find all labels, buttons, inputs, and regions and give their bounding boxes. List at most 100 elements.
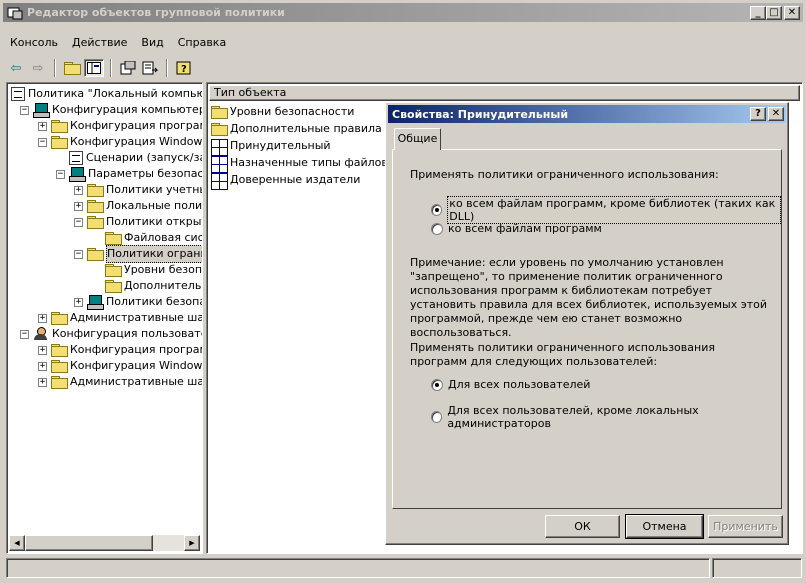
tree-item[interactable]: − Конфигурация компьютера	[20, 102, 202, 118]
up-folder-icon[interactable]	[62, 59, 82, 77]
tree-item-label: Конфигурация Windows	[70, 359, 203, 372]
tree-item-label: Сценарии (запуск/зав	[86, 151, 203, 164]
close-button[interactable]: ✕	[784, 5, 800, 20]
list-item[interactable]: Принудительный	[211, 138, 331, 154]
window-titlebar: Редактор объектов групповой политики _ □…	[3, 3, 803, 22]
security-icon	[87, 295, 104, 310]
radio-all-except-admins[interactable]: Для всех пользователей, кроме локальных …	[431, 404, 781, 430]
expand-icon[interactable]: +	[38, 313, 47, 323]
tree-hscrollbar[interactable]: ◀ ▶	[9, 535, 200, 551]
help-icon[interactable]: ?	[174, 59, 194, 77]
tree-item[interactable]: Политика "Локальный компьюте	[11, 86, 202, 102]
tab-panel: Применять политики ограниченного использ…	[392, 149, 782, 509]
radio-all-except-libraries[interactable]: ко всем файлам программ, кроме библиотек…	[431, 196, 781, 224]
tree-item-label: Конфигурация программ	[70, 119, 203, 132]
cancel-button[interactable]: Отмена	[625, 514, 704, 539]
menu-action[interactable]: Действие	[72, 36, 127, 52]
list-item-label: Дополнительные правила	[230, 122, 382, 135]
scroll-right-icon[interactable]: ▶	[184, 535, 200, 551]
folder-icon	[211, 106, 228, 119]
tree-item[interactable]: − Параметры безопасно	[56, 166, 202, 182]
tree-item[interactable]: − Конфигурация пользователя	[20, 326, 202, 342]
folder-icon	[87, 184, 104, 197]
tree-item[interactable]: + Конфигурация программ	[38, 118, 203, 134]
tree-item[interactable]: Дополнительн	[92, 278, 202, 294]
tree-item-label: Политики огранич	[106, 245, 202, 263]
properties-icon[interactable]	[118, 59, 138, 77]
script-icon	[69, 151, 83, 165]
back-arrow-icon[interactable]: ⇦	[6, 59, 26, 77]
apply-button[interactable]: Применить	[708, 515, 783, 538]
tree-item[interactable]: Сценарии (запуск/зав	[56, 150, 203, 166]
list-item[interactable]: Доверенные издатели	[211, 172, 360, 188]
tree-item[interactable]: Уровни безопа	[92, 262, 202, 278]
column-header[interactable]: Тип объекта	[209, 85, 800, 101]
menu-view[interactable]: Вид	[141, 36, 163, 52]
show-tree-icon[interactable]	[84, 59, 104, 77]
tree-item[interactable]: − Политики огранич	[74, 245, 202, 263]
radio-button-checked[interactable]	[431, 378, 443, 391]
folder-icon	[211, 123, 228, 136]
expand-icon[interactable]: +	[38, 345, 47, 355]
dialog-close-button[interactable]: ✕	[768, 107, 784, 121]
svg-text:?: ?	[181, 64, 187, 75]
tree-item[interactable]: + Конфигурация программ	[38, 342, 203, 358]
collapse-icon[interactable]: −	[56, 169, 65, 179]
list-item-label: Принудительный	[230, 139, 331, 152]
menu-help[interactable]: Справка	[178, 36, 226, 52]
radio-button[interactable]	[431, 411, 443, 423]
expand-icon[interactable]: +	[38, 121, 47, 131]
collapse-icon[interactable]: −	[38, 137, 47, 147]
export-list-icon[interactable]	[140, 59, 160, 77]
tree-item-label: Политики учетны	[106, 183, 203, 196]
folder-open-icon	[87, 248, 104, 261]
expand-icon[interactable]: +	[74, 297, 83, 307]
collapse-icon[interactable]: −	[20, 105, 29, 115]
tree-item-label: Политики открыт	[106, 215, 203, 228]
tree-item[interactable]: + Конфигурация Windows	[38, 358, 203, 374]
folder-icon	[87, 216, 104, 229]
app-icon	[7, 6, 23, 20]
forward-arrow-icon[interactable]: ⇨	[28, 59, 48, 77]
tree-item[interactable]: Файловая сист	[92, 230, 202, 246]
tree-item[interactable]: + Административные шабл	[38, 374, 202, 390]
minimize-button[interactable]: _	[750, 5, 766, 20]
cancel-button-label: Отмена	[642, 520, 687, 533]
radio-button[interactable]	[431, 222, 443, 235]
list-item[interactable]: Назначенные типы файлов	[211, 155, 388, 171]
tab-general[interactable]: Общие	[394, 128, 441, 150]
tree-item[interactable]: − Конфигурация Windows	[38, 134, 202, 150]
folder-icon	[105, 280, 122, 293]
group1-label: Применять политики ограниченного использ…	[410, 168, 719, 181]
dialog-help-button[interactable]: ?	[750, 107, 766, 121]
radio-button-checked[interactable]	[431, 204, 443, 216]
tree-item[interactable]: + Локальные полит	[74, 198, 202, 214]
menu-console[interactable]: Консоль	[10, 36, 58, 52]
expand-icon[interactable]: +	[74, 185, 83, 195]
collapse-icon[interactable]: −	[20, 329, 29, 339]
scroll-thumb[interactable]	[25, 535, 153, 551]
expand-icon[interactable]: +	[38, 377, 47, 387]
tree-item-label: Конфигурация программ	[70, 343, 203, 356]
folder-icon	[51, 344, 68, 357]
collapse-icon[interactable]: −	[74, 217, 83, 227]
list-item[interactable]: Дополнительные правила	[211, 121, 382, 137]
collapse-icon[interactable]: −	[74, 249, 83, 259]
scroll-left-icon[interactable]: ◀	[9, 535, 25, 551]
tree-item-label: Конфигурация пользователя	[52, 327, 202, 340]
list-item[interactable]: Уровни безопасности	[211, 104, 354, 120]
folder-icon	[51, 360, 68, 373]
radio-all-files[interactable]: ко всем файлам программ	[431, 222, 602, 235]
ok-button[interactable]: ОК	[545, 515, 620, 538]
maximize-button[interactable]: □	[766, 5, 782, 20]
tree-item[interactable]: + Политики учетны	[74, 182, 203, 198]
expand-icon[interactable]: +	[38, 361, 47, 371]
computer-icon	[33, 103, 50, 118]
tree-item[interactable]: + Административные шабл	[38, 310, 202, 326]
radio-all-users[interactable]: Для всех пользователей	[431, 378, 590, 391]
tree-pane[interactable]: Политика "Локальный компьюте − Конфигураци…	[6, 82, 203, 554]
radio1-label: ко всем файлам программ, кроме библиотек…	[447, 196, 781, 224]
tree-item[interactable]: − Политики открыт	[74, 214, 203, 230]
expand-icon[interactable]: +	[74, 201, 83, 211]
tree-item[interactable]: + Политики безопас	[74, 294, 202, 310]
